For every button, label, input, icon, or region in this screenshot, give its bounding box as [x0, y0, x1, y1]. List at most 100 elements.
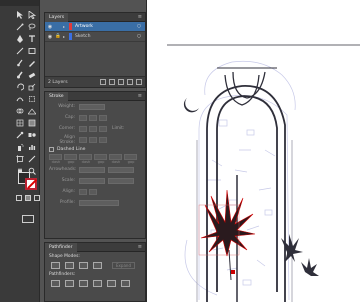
expand-button[interactable]: Expand [112, 262, 135, 269]
minus-front-icon[interactable] [65, 262, 74, 269]
type-tool-icon[interactable] [26, 34, 37, 43]
make-clipping-mask-icon[interactable] [109, 79, 115, 85]
visibility-eye-icon[interactable]: ◉ [45, 24, 55, 30]
scale-tool-icon[interactable] [26, 82, 37, 91]
pathfinders-row [45, 279, 145, 288]
column-graph-tool-icon[interactable] [26, 142, 37, 151]
layer-color-chip [69, 33, 72, 40]
panel-menu-icon[interactable]: ≡ [138, 244, 142, 250]
tools-grip[interactable] [0, 0, 39, 6]
target-circle-icon[interactable]: ○ [137, 24, 145, 29]
paintbrush-tool-icon[interactable] [14, 58, 25, 67]
artboard-tool-icon[interactable] [14, 154, 25, 163]
shape-builder-tool-icon[interactable] [14, 106, 25, 115]
unite-icon[interactable] [51, 262, 60, 269]
pencil-tool-icon[interactable] [26, 58, 37, 67]
crop-icon[interactable] [93, 280, 102, 287]
rectangle-tool-icon[interactable] [26, 46, 37, 55]
line-tool-icon[interactable] [14, 46, 25, 55]
stroke-tabbar: Stroke ≡ [45, 91, 145, 101]
arrowheads-row: Arrowheads: [45, 164, 145, 175]
align-stroke-row: Align Stroke: [45, 134, 145, 145]
tab-pathfinder[interactable]: Pathfinder [45, 242, 77, 252]
eyedropper-tool-icon[interactable] [14, 130, 25, 139]
align-row: Align: [45, 186, 145, 197]
color-button-icon[interactable] [16, 195, 22, 201]
arrowhead-start-select[interactable] [79, 166, 105, 173]
symbol-sprayer-tool-icon[interactable] [14, 142, 25, 151]
new-sublayer-icon[interactable] [118, 79, 124, 85]
dashed-line-checkbox[interactable] [49, 147, 54, 152]
perspective-grid-tool-icon[interactable] [26, 106, 37, 115]
layer-count-text: 2 Layers [48, 79, 68, 85]
rotate-tool-icon[interactable] [14, 82, 25, 91]
new-layer-icon[interactable] [127, 79, 133, 85]
pen-tool-icon[interactable] [14, 34, 25, 43]
blend-tool-icon[interactable] [26, 130, 37, 139]
screen-mode-icon[interactable] [22, 215, 34, 223]
scale-row: Scale: [45, 175, 145, 186]
shape-modes-row: Expand [45, 261, 145, 270]
layer-row-sketch[interactable]: ◉ 🔒 ▸ Sketch ○ [45, 32, 145, 42]
none-button-icon[interactable] [34, 195, 40, 201]
selection-tool-icon[interactable] [14, 10, 25, 19]
weight-field[interactable] [79, 103, 105, 110]
round-cap-button[interactable] [89, 114, 97, 121]
warp-tool-icon[interactable] [14, 94, 25, 103]
miter-join-button[interactable] [79, 125, 87, 132]
tab-layers[interactable]: Layers [45, 12, 69, 22]
panel-menu-icon[interactable]: ≡ [138, 93, 142, 99]
bevel-join-button[interactable] [99, 125, 107, 132]
profile-select[interactable] [79, 199, 119, 206]
scale-start-field[interactable] [79, 177, 105, 184]
layer-row-artwork[interactable]: ◉ ▸ Artwork ○ [45, 22, 145, 32]
pathfinder-panel: Pathfinder ≡ Shape Modes: Expand Pathfin… [44, 242, 146, 302]
layer-name: Sketch [75, 34, 91, 39]
arrow-align-tip-button[interactable] [79, 188, 87, 195]
panel-menu-icon[interactable]: ≡ [138, 14, 142, 20]
gradient-tool-icon[interactable] [26, 118, 37, 127]
locate-object-icon[interactable] [100, 79, 106, 85]
mesh-tool-icon[interactable] [14, 118, 25, 127]
scale-label: Scale: [61, 178, 75, 183]
scale-end-field[interactable] [108, 177, 134, 184]
target-circle-icon[interactable]: ○ [137, 34, 145, 39]
free-transform-tool-icon[interactable] [26, 94, 37, 103]
blob-brush-tool-icon[interactable] [14, 70, 25, 79]
lock-icon[interactable]: 🔒 [55, 34, 63, 39]
pathfinder-tabbar: Pathfinder ≡ [45, 242, 145, 252]
delete-layer-icon[interactable] [136, 79, 142, 85]
slice-tool-icon[interactable] [26, 154, 37, 163]
visibility-eye-icon[interactable]: ◉ [45, 34, 55, 40]
divide-icon[interactable] [51, 280, 60, 287]
align-outside-button[interactable] [99, 136, 107, 143]
stroke-swatch[interactable] [25, 178, 37, 190]
layers-footer: 2 Layers [45, 76, 145, 87]
outline-icon[interactable] [107, 280, 116, 287]
butt-cap-button[interactable] [79, 114, 87, 121]
artwork-layer [167, 44, 360, 302]
tab-stroke[interactable]: Stroke [45, 91, 68, 101]
align-label: Align: [62, 189, 76, 194]
artboard-canvas[interactable] [146, 0, 360, 302]
minus-back-icon[interactable] [121, 280, 130, 287]
eraser-tool-icon[interactable] [26, 70, 37, 79]
gradient-button-icon[interactable] [25, 195, 31, 201]
merge-icon[interactable] [79, 280, 88, 287]
magic-wand-tool-icon[interactable] [14, 22, 25, 31]
align-center-button[interactable] [79, 136, 87, 143]
arrowhead-end-select[interactable] [108, 166, 134, 173]
pathfinders-label: Pathfinders: [49, 272, 76, 277]
color-mode-buttons [16, 195, 40, 201]
align-inside-button[interactable] [89, 136, 97, 143]
exclude-icon[interactable] [93, 262, 102, 269]
shape-modes-label: Shape Modes: [49, 254, 80, 259]
arrow-align-end-button[interactable] [89, 188, 97, 195]
small-palm-far-right [301, 258, 319, 276]
intersect-icon[interactable] [79, 262, 88, 269]
lasso-tool-icon[interactable] [26, 22, 37, 31]
round-join-button[interactable] [89, 125, 97, 132]
trim-icon[interactable] [65, 280, 74, 287]
direct-selection-tool-icon[interactable] [26, 10, 37, 19]
projecting-cap-button[interactable] [99, 114, 107, 121]
